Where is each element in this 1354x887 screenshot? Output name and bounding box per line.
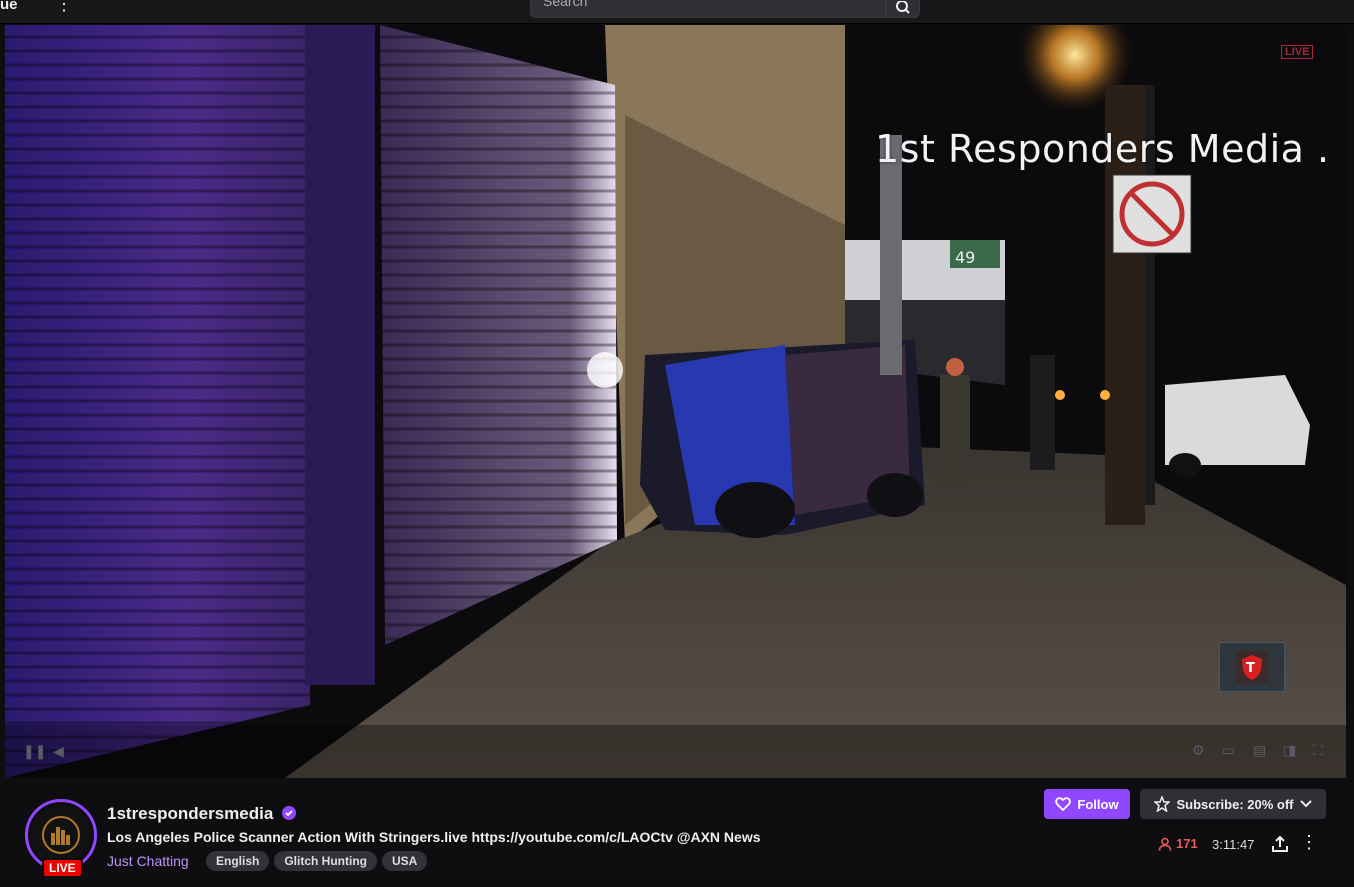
fullscreen-icon[interactable]: ⛶ <box>1313 742 1323 759</box>
shield-extension-icon: T <box>1236 651 1268 683</box>
viewer-count-value: 171 <box>1176 836 1198 851</box>
search-icon <box>896 1 910 14</box>
follow-label: Follow <box>1077 796 1119 812</box>
video-player[interactable]: 49 1st Responders Media . LIVE T ❚❚ ◀ ⚙ … <box>5 25 1346 778</box>
theatre-mode-icon[interactable]: ◨ <box>1283 742 1296 759</box>
subscribe-label: Subscribe: 20% off <box>1176 796 1294 812</box>
tag-usa[interactable]: USA <box>382 851 428 871</box>
stream-overlay-title: 1st Responders Media . <box>875 127 1330 171</box>
volume-icon[interactable]: ◀ <box>53 743 64 760</box>
live-indicator: LIVE <box>42 858 83 878</box>
star-icon <box>1154 796 1171 812</box>
search-button[interactable] <box>886 0 920 18</box>
city-skyline-logo-icon <box>42 816 80 854</box>
stream-title: Los Angeles Police Scanner Action With S… <box>107 829 761 845</box>
top-nav-bar: ue ⋮ Search <box>0 0 1354 24</box>
tag-list: English Glitch Hunting USA <box>206 851 428 871</box>
svg-text:T: T <box>1246 661 1255 676</box>
share-button[interactable] <box>1271 835 1289 858</box>
stream-uptime: 3:11:47 <box>1212 837 1255 852</box>
logo-text[interactable]: ue <box>0 0 18 13</box>
viewer-count: 171 <box>1158 836 1198 851</box>
avatar <box>31 805 91 865</box>
video-live-badge: LIVE <box>1281 45 1314 59</box>
tag-english[interactable]: English <box>206 851 270 871</box>
chevron-down-icon <box>1299 800 1312 808</box>
pause-icon[interactable]: ❚❚ <box>23 743 46 760</box>
more-menu-icon[interactable]: ⋮ <box>55 0 73 14</box>
building-sign-number: 49 <box>955 248 975 267</box>
search-input[interactable]: Search <box>530 0 886 18</box>
clip-icon[interactable]: ▤ <box>1253 742 1266 759</box>
person-icon <box>1158 837 1172 851</box>
settings-icon[interactable]: ⚙ <box>1192 742 1205 759</box>
heart-icon <box>1055 797 1072 811</box>
channel-info-bar: LIVE 1strespondersmedia Los Angeles Poli… <box>0 780 1354 887</box>
extension-badge[interactable]: T <box>1219 642 1285 692</box>
share-icon <box>1272 835 1288 852</box>
channel-name[interactable]: 1strespondersmedia <box>107 804 273 824</box>
cast-icon[interactable]: ▭ <box>1222 742 1235 759</box>
more-options-icon[interactable]: ⋮ <box>1300 833 1318 851</box>
tag-glitch-hunting[interactable]: Glitch Hunting <box>274 851 377 871</box>
subscribe-button[interactable]: Subscribe: 20% off <box>1140 789 1326 819</box>
verified-badge-icon <box>282 806 296 820</box>
follow-button[interactable]: Follow <box>1044 789 1130 819</box>
category-link[interactable]: Just Chatting <box>107 853 189 869</box>
